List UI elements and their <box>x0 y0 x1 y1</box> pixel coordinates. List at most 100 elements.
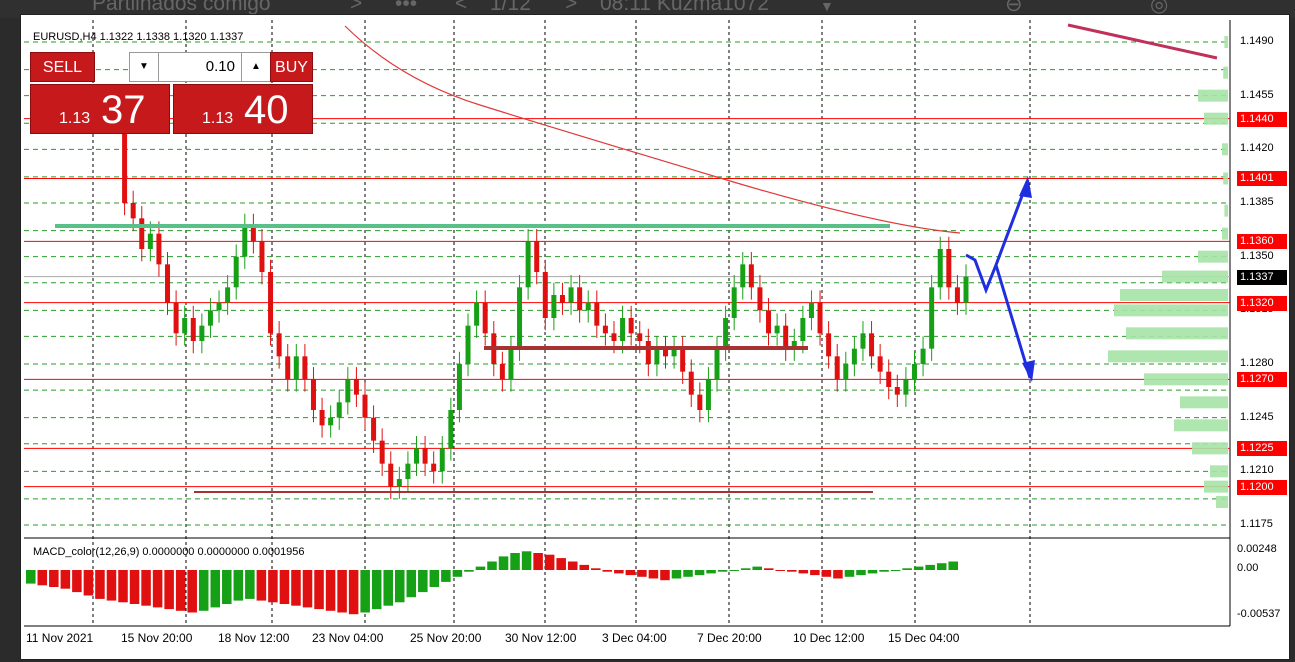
sell-price[interactable]: 1.13 37 <box>30 84 170 134</box>
macd-bar <box>106 570 117 601</box>
price-tick-label: 1.1420 <box>1240 142 1274 155</box>
buy-price[interactable]: 1.13 40 <box>173 84 313 134</box>
level-label: 1.1320 <box>1237 295 1287 311</box>
candle-body <box>259 241 265 272</box>
macd-bar <box>521 551 532 570</box>
time-tick-label: 23 Nov 04:00 <box>312 631 384 645</box>
time-tick-label: 10 Dec 12:00 <box>793 631 865 645</box>
time-tick-label: 11 Nov 2021 <box>26 631 94 645</box>
macd-title: MACD_color(12,26,9) 0.0000000 0.0000000 … <box>33 546 305 558</box>
candle-body <box>130 203 136 219</box>
macd-bar <box>752 566 762 570</box>
level-label: 1.1401 <box>1237 171 1287 187</box>
candle-body <box>946 249 952 288</box>
candle-body <box>645 341 651 364</box>
candle-body <box>371 417 377 441</box>
macd-bar <box>452 570 463 577</box>
macd-bar <box>187 570 197 613</box>
candle-body <box>748 264 754 288</box>
time-tick-label: 15 Nov 20:00 <box>121 631 193 645</box>
volume-profile-bar <box>1223 66 1228 79</box>
macd-tick-label: 0.00 <box>1237 562 1259 574</box>
candle-body <box>559 295 565 303</box>
volume-profile-bar <box>1198 89 1228 102</box>
candle-body <box>723 318 729 349</box>
candle-body <box>233 256 239 288</box>
volume-profile-bar <box>1222 227 1228 240</box>
candle-body <box>225 287 231 303</box>
macd-bar <box>233 570 244 601</box>
triangle-up-icon: ▲ <box>251 61 261 72</box>
lot-increase-button[interactable]: ▲ <box>241 52 271 82</box>
macd-bar <box>625 570 636 576</box>
candle-body <box>602 325 608 334</box>
candle-body <box>173 302 179 334</box>
candle-body <box>860 333 866 349</box>
buy-price-prefix: 1.13 <box>202 110 234 127</box>
macd-bar <box>787 570 797 572</box>
macd-bar <box>83 570 94 596</box>
candle-body <box>499 364 505 380</box>
time-tick-label: 3 Dec 04:00 <box>602 631 667 645</box>
candle-body <box>216 302 222 311</box>
macd-bar <box>879 570 889 572</box>
candle-body <box>207 310 213 326</box>
candle-body <box>585 302 591 311</box>
macd-bar <box>821 570 832 577</box>
macd-bar <box>498 556 509 570</box>
candle-body <box>877 356 883 372</box>
macd-bar <box>129 570 140 604</box>
volume-profile-bar <box>1114 304 1228 317</box>
volume-profile-bar <box>1223 172 1228 185</box>
candle-body <box>379 440 385 464</box>
candle-body <box>954 287 960 303</box>
macd-bar <box>268 570 278 603</box>
candle-body <box>783 325 789 349</box>
level-label: 1.1200 <box>1237 479 1287 495</box>
macd-bar <box>890 570 901 571</box>
sell-button[interactable]: SELL <box>30 52 95 82</box>
volume-profile-bar <box>1108 350 1228 363</box>
candle-body <box>396 479 402 487</box>
candle-body <box>147 233 153 249</box>
candle-body <box>680 348 686 372</box>
macd-bar <box>660 570 670 581</box>
macd-bar <box>152 570 163 608</box>
macd-bar <box>648 570 659 579</box>
macd-bar <box>810 570 820 576</box>
macd-tick-label: 0.00248 <box>1237 543 1277 555</box>
macd-bar <box>429 570 440 587</box>
candle-body <box>637 333 643 341</box>
candle-body <box>568 287 574 303</box>
macd-bar <box>49 570 59 587</box>
candle-body <box>886 371 892 387</box>
candle-body <box>611 333 617 341</box>
macd-bar <box>72 570 82 593</box>
candle-body <box>834 356 840 380</box>
macd-bar <box>579 564 590 570</box>
level-label: 1.1360 <box>1237 234 1287 250</box>
candle-body <box>362 394 368 418</box>
candle-body <box>714 348 720 380</box>
candle-body <box>551 295 557 318</box>
candle-body <box>431 463 437 472</box>
price-tick-label: 1.1210 <box>1240 464 1274 477</box>
candle-body <box>439 448 445 472</box>
candle-body <box>405 463 411 479</box>
volume-profile-bar <box>1204 112 1228 125</box>
price-tick-label: 1.1175 <box>1240 518 1273 530</box>
lot-size-input[interactable]: 0.10 <box>158 52 242 82</box>
lot-decrease-button[interactable]: ▼ <box>129 52 159 82</box>
buy-button[interactable]: BUY <box>270 52 313 82</box>
candle-body <box>319 410 325 426</box>
price-tick-label: 1.1350 <box>1240 249 1274 262</box>
candle-body <box>482 302 488 334</box>
volume-profile-bar <box>1204 480 1228 493</box>
macd-bar <box>844 570 855 577</box>
macd-bar <box>325 570 336 611</box>
current-price-label: 1.1337 <box>1237 269 1287 285</box>
macd-bar <box>210 570 221 608</box>
macd-bar <box>833 570 843 579</box>
candle-body <box>929 287 935 349</box>
macd-bar <box>175 570 186 611</box>
